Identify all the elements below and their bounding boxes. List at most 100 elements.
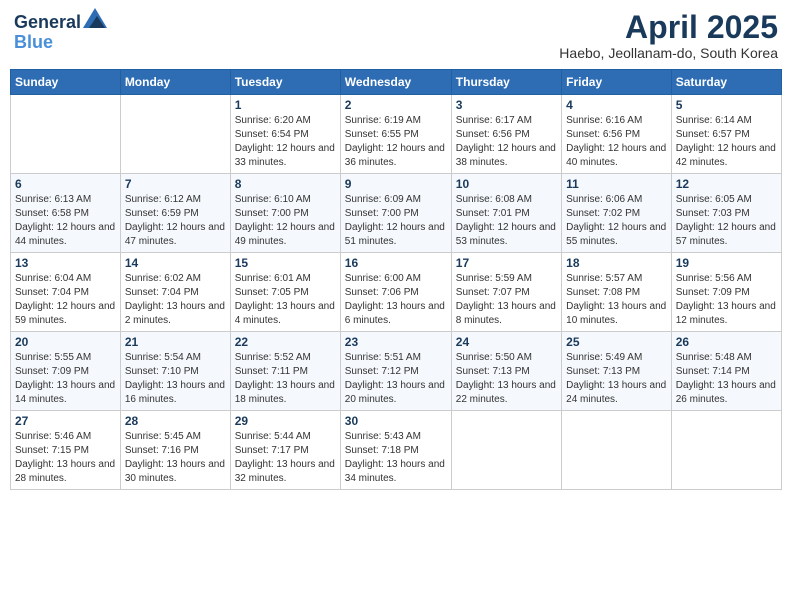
day-info: Sunrise: 5:59 AMSunset: 7:07 PMDaylight:… bbox=[456, 272, 557, 328]
day-number: 4 bbox=[566, 98, 667, 112]
calendar-cell: 6 Sunrise: 6:13 AMSunset: 6:58 PMDaylight… bbox=[11, 174, 121, 253]
calendar-cell: 11Sunrise: 6:06 AMSunset: 7:02 PMDayligh… bbox=[562, 174, 672, 253]
day-number: 16 bbox=[345, 256, 447, 270]
day-info: Sunrise: 6:20 AMSunset: 6:54 PMDaylight:… bbox=[235, 114, 336, 170]
calendar-week-3: 13 Sunrise: 6:04 AMSunset: 7:04 PMDayligh… bbox=[11, 253, 782, 332]
day-info: Sunrise: 5:46 AMSunset: 7:15 PMDaylight:… bbox=[15, 430, 116, 486]
title-block: April 2025 Haebo, Jeollanam-do, South Ko… bbox=[559, 10, 778, 61]
weekday-header-wednesday: Wednesday bbox=[340, 70, 451, 95]
day-info: Sunrise: 6:14 AMSunset: 6:57 PMDaylight:… bbox=[676, 114, 777, 170]
calendar-cell: 17Sunrise: 5:59 AMSunset: 7:07 PMDayligh… bbox=[451, 253, 561, 332]
calendar-cell: 13 Sunrise: 6:04 AMSunset: 7:04 PMDayligh… bbox=[11, 253, 121, 332]
day-info: Sunrise: 5:50 AMSunset: 7:13 PMDaylight:… bbox=[456, 351, 557, 407]
day-info: Sunrise: 6:04 AMSunset: 7:04 PMDaylight:… bbox=[15, 272, 116, 328]
month-title: April 2025 bbox=[559, 10, 778, 45]
calendar-cell: 12Sunrise: 6:05 AMSunset: 7:03 PMDayligh… bbox=[671, 174, 781, 253]
calendar-cell: 27 Sunrise: 5:46 AMSunset: 7:15 PMDayligh… bbox=[11, 411, 121, 490]
calendar-cell: 9 Sunrise: 6:09 AMSunset: 7:00 PMDaylight… bbox=[340, 174, 451, 253]
day-number: 29 bbox=[235, 414, 336, 428]
day-info: Sunrise: 5:49 AMSunset: 7:13 PMDaylight:… bbox=[566, 351, 667, 407]
day-number: 1 bbox=[235, 98, 336, 112]
calendar-week-4: 20 Sunrise: 5:55 AMSunset: 7:09 PMDayligh… bbox=[11, 332, 782, 411]
calendar-week-1: 1 Sunrise: 6:20 AMSunset: 6:54 PMDaylight… bbox=[11, 95, 782, 174]
calendar-cell: 14 Sunrise: 6:02 AMSunset: 7:04 PMDayligh… bbox=[120, 253, 230, 332]
day-number: 3 bbox=[456, 98, 557, 112]
day-number: 10 bbox=[456, 177, 557, 191]
day-number: 24 bbox=[456, 335, 557, 349]
calendar-table: SundayMondayTuesdayWednesdayThursdayFrid… bbox=[10, 69, 782, 490]
calendar-cell: 3 Sunrise: 6:17 AMSunset: 6:56 PMDaylight… bbox=[451, 95, 561, 174]
logo-blue: Blue bbox=[14, 32, 53, 52]
calendar-cell: 7Sunrise: 6:12 AMSunset: 6:59 PMDaylight… bbox=[120, 174, 230, 253]
day-info: Sunrise: 5:51 AMSunset: 7:12 PMDaylight:… bbox=[345, 351, 447, 407]
day-info: Sunrise: 5:56 AMSunset: 7:09 PMDaylight:… bbox=[676, 272, 777, 328]
day-number: 18 bbox=[566, 256, 667, 270]
day-number: 19 bbox=[676, 256, 777, 270]
day-info: Sunrise: 6:10 AMSunset: 7:00 PMDaylight:… bbox=[235, 193, 336, 249]
calendar-cell: 1 Sunrise: 6:20 AMSunset: 6:54 PMDaylight… bbox=[230, 95, 340, 174]
calendar-cell: 25 Sunrise: 5:49 AMSunset: 7:13 PMDayligh… bbox=[562, 332, 672, 411]
calendar-week-5: 27 Sunrise: 5:46 AMSunset: 7:15 PMDayligh… bbox=[11, 411, 782, 490]
calendar-cell: 29Sunrise: 5:44 AMSunset: 7:17 PMDayligh… bbox=[230, 411, 340, 490]
day-info: Sunrise: 5:55 AMSunset: 7:09 PMDaylight:… bbox=[15, 351, 116, 407]
day-number: 20 bbox=[15, 335, 116, 349]
logo: General Blue bbox=[14, 10, 107, 53]
day-info: Sunrise: 6:01 AMSunset: 7:05 PMDaylight:… bbox=[235, 272, 336, 328]
day-number: 30 bbox=[345, 414, 447, 428]
calendar-cell: 21Sunrise: 5:54 AMSunset: 7:10 PMDayligh… bbox=[120, 332, 230, 411]
weekday-header-friday: Friday bbox=[562, 70, 672, 95]
day-number: 26 bbox=[676, 335, 777, 349]
day-number: 23 bbox=[345, 335, 447, 349]
calendar-cell bbox=[671, 411, 781, 490]
calendar-cell: 19 Sunrise: 5:56 AMSunset: 7:09 PMDayligh… bbox=[671, 253, 781, 332]
day-info: Sunrise: 5:52 AMSunset: 7:11 PMDaylight:… bbox=[235, 351, 336, 407]
weekday-header-monday: Monday bbox=[120, 70, 230, 95]
calendar-cell: 30 Sunrise: 5:43 AMSunset: 7:18 PMDayligh… bbox=[340, 411, 451, 490]
day-info: Sunrise: 5:57 AMSunset: 7:08 PMDaylight:… bbox=[566, 272, 667, 328]
day-info: Sunrise: 5:45 AMSunset: 7:16 PMDaylight:… bbox=[125, 430, 226, 486]
calendar-cell: 28 Sunrise: 5:45 AMSunset: 7:16 PMDayligh… bbox=[120, 411, 230, 490]
page-header: General Blue April 2025 Haebo, Jeollanam… bbox=[10, 10, 782, 61]
calendar-cell: 10 Sunrise: 6:08 AMSunset: 7:01 PMDayligh… bbox=[451, 174, 561, 253]
calendar-cell: 4 Sunrise: 6:16 AMSunset: 6:56 PMDaylight… bbox=[562, 95, 672, 174]
weekday-header-row: SundayMondayTuesdayWednesdayThursdayFrid… bbox=[11, 70, 782, 95]
day-number: 14 bbox=[125, 256, 226, 270]
day-number: 7 bbox=[125, 177, 226, 191]
day-info: Sunrise: 6:09 AMSunset: 7:00 PMDaylight:… bbox=[345, 193, 447, 249]
calendar-cell: 15 Sunrise: 6:01 AMSunset: 7:05 PMDayligh… bbox=[230, 253, 340, 332]
day-number: 21 bbox=[125, 335, 226, 349]
day-info: Sunrise: 6:19 AMSunset: 6:55 PMDaylight:… bbox=[345, 114, 447, 170]
day-info: Sunrise: 5:43 AMSunset: 7:18 PMDaylight:… bbox=[345, 430, 447, 486]
day-number: 11 bbox=[566, 177, 667, 191]
calendar-cell bbox=[11, 95, 121, 174]
day-number: 6 bbox=[15, 177, 116, 191]
day-number: 15 bbox=[235, 256, 336, 270]
day-info: Sunrise: 6:00 AMSunset: 7:06 PMDaylight:… bbox=[345, 272, 447, 328]
calendar-cell: 24 Sunrise: 5:50 AMSunset: 7:13 PMDayligh… bbox=[451, 332, 561, 411]
day-number: 27 bbox=[15, 414, 116, 428]
day-number: 25 bbox=[566, 335, 667, 349]
location: Haebo, Jeollanam-do, South Korea bbox=[559, 45, 778, 61]
day-number: 22 bbox=[235, 335, 336, 349]
day-number: 8 bbox=[235, 177, 336, 191]
calendar-cell: 16 Sunrise: 6:00 AMSunset: 7:06 PMDayligh… bbox=[340, 253, 451, 332]
day-number: 9 bbox=[345, 177, 447, 191]
day-info: Sunrise: 6:16 AMSunset: 6:56 PMDaylight:… bbox=[566, 114, 667, 170]
calendar-cell bbox=[562, 411, 672, 490]
day-info: Sunrise: 6:17 AMSunset: 6:56 PMDaylight:… bbox=[456, 114, 557, 170]
calendar-week-2: 6 Sunrise: 6:13 AMSunset: 6:58 PMDaylight… bbox=[11, 174, 782, 253]
day-info: Sunrise: 6:08 AMSunset: 7:01 PMDaylight:… bbox=[456, 193, 557, 249]
calendar-cell: 2Sunrise: 6:19 AMSunset: 6:55 PMDaylight… bbox=[340, 95, 451, 174]
calendar-cell: 18 Sunrise: 5:57 AMSunset: 7:08 PMDayligh… bbox=[562, 253, 672, 332]
day-info: Sunrise: 6:02 AMSunset: 7:04 PMDaylight:… bbox=[125, 272, 226, 328]
weekday-header-sunday: Sunday bbox=[11, 70, 121, 95]
calendar-cell: 23 Sunrise: 5:51 AMSunset: 7:12 PMDayligh… bbox=[340, 332, 451, 411]
weekday-header-thursday: Thursday bbox=[451, 70, 561, 95]
day-info: Sunrise: 6:13 AMSunset: 6:58 PMDaylight:… bbox=[15, 193, 116, 249]
day-number: 5 bbox=[676, 98, 777, 112]
logo-icon bbox=[83, 8, 107, 28]
day-number: 28 bbox=[125, 414, 226, 428]
day-info: Sunrise: 6:05 AMSunset: 7:03 PMDaylight:… bbox=[676, 193, 777, 249]
calendar-cell: 20 Sunrise: 5:55 AMSunset: 7:09 PMDayligh… bbox=[11, 332, 121, 411]
day-number: 13 bbox=[15, 256, 116, 270]
